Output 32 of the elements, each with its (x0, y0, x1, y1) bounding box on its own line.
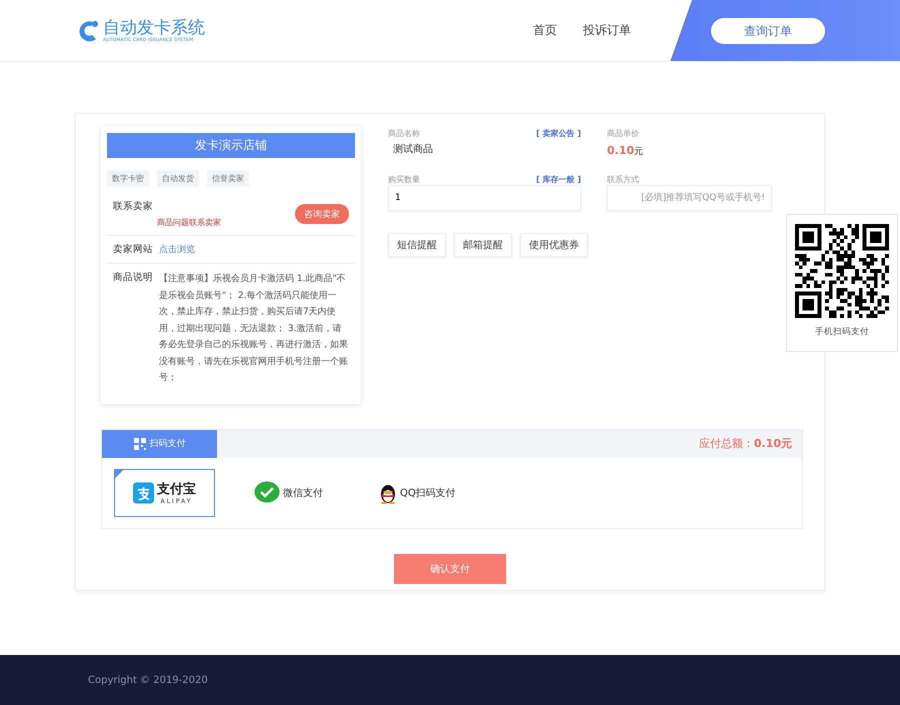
quantity-label: 购买数量 (388, 174, 420, 185)
description-label: 商品说明 (113, 271, 153, 285)
query-order-button[interactable]: 查询订单 (711, 18, 825, 44)
tag: 信誉卖家 (207, 170, 249, 187)
price-unit: 元 (634, 147, 644, 157)
product-name-label: 商品名称 (388, 128, 420, 139)
nav-link[interactable]: 首页 (533, 22, 557, 39)
logo-title: 自动发卡系统 (103, 18, 205, 38)
option-button[interactable]: 使用优惠券 (520, 233, 588, 257)
contact-label: 联系卖家 (113, 200, 154, 213)
total-amount: 0.10元 (754, 437, 792, 450)
qr-caption: 手机扫码支付 (815, 326, 869, 338)
total-label: 应付总额： (698, 437, 754, 450)
option-button[interactable]: 短信提醒 (388, 233, 446, 257)
stock-link[interactable]: [ 库存一般 ] (536, 174, 581, 185)
browse-link[interactable]: 点击浏览 (159, 243, 195, 256)
notice-link[interactable]: [ 卖家公告 ] (536, 128, 581, 139)
nav-link[interactable]: 投诉订单 (583, 22, 631, 39)
copyright: Copyright © 2019-2020 (88, 674, 208, 686)
contact-field-label: 联系方式 (607, 174, 639, 185)
tag: 数字卡密 (107, 170, 149, 187)
store-name: 发卡演示店铺 (107, 133, 355, 158)
product-name: 测试商品 (392, 142, 434, 156)
option-button[interactable]: 邮箱提醒 (454, 233, 512, 257)
quantity-field[interactable]: 1 (388, 185, 581, 211)
product-description: 【注意事项】乐视会员月卡激活码 1.此商品"不是乐视会员账号"； 2.每个激活码只能使用一次，禁止库存，禁止扫货，购买后请7天内使用，过期出现问题，无法退款； 3.激活前，请务必先登录自己的乐视账号，再进行激活，如果没有账号，请先在乐视官网用手机号注册一个账号； (159, 272, 349, 385)
contact-hint: 商品问题联系卖家 (156, 217, 221, 228)
site-label: 卖家网站 (113, 243, 153, 256)
tag: 自动发货 (157, 170, 199, 187)
price-value: 0.10 (607, 144, 634, 157)
contact-field[interactable]: [必填]推荐填写QQ号或手机号! (607, 185, 772, 211)
price-label: 商品单价 (607, 128, 639, 139)
